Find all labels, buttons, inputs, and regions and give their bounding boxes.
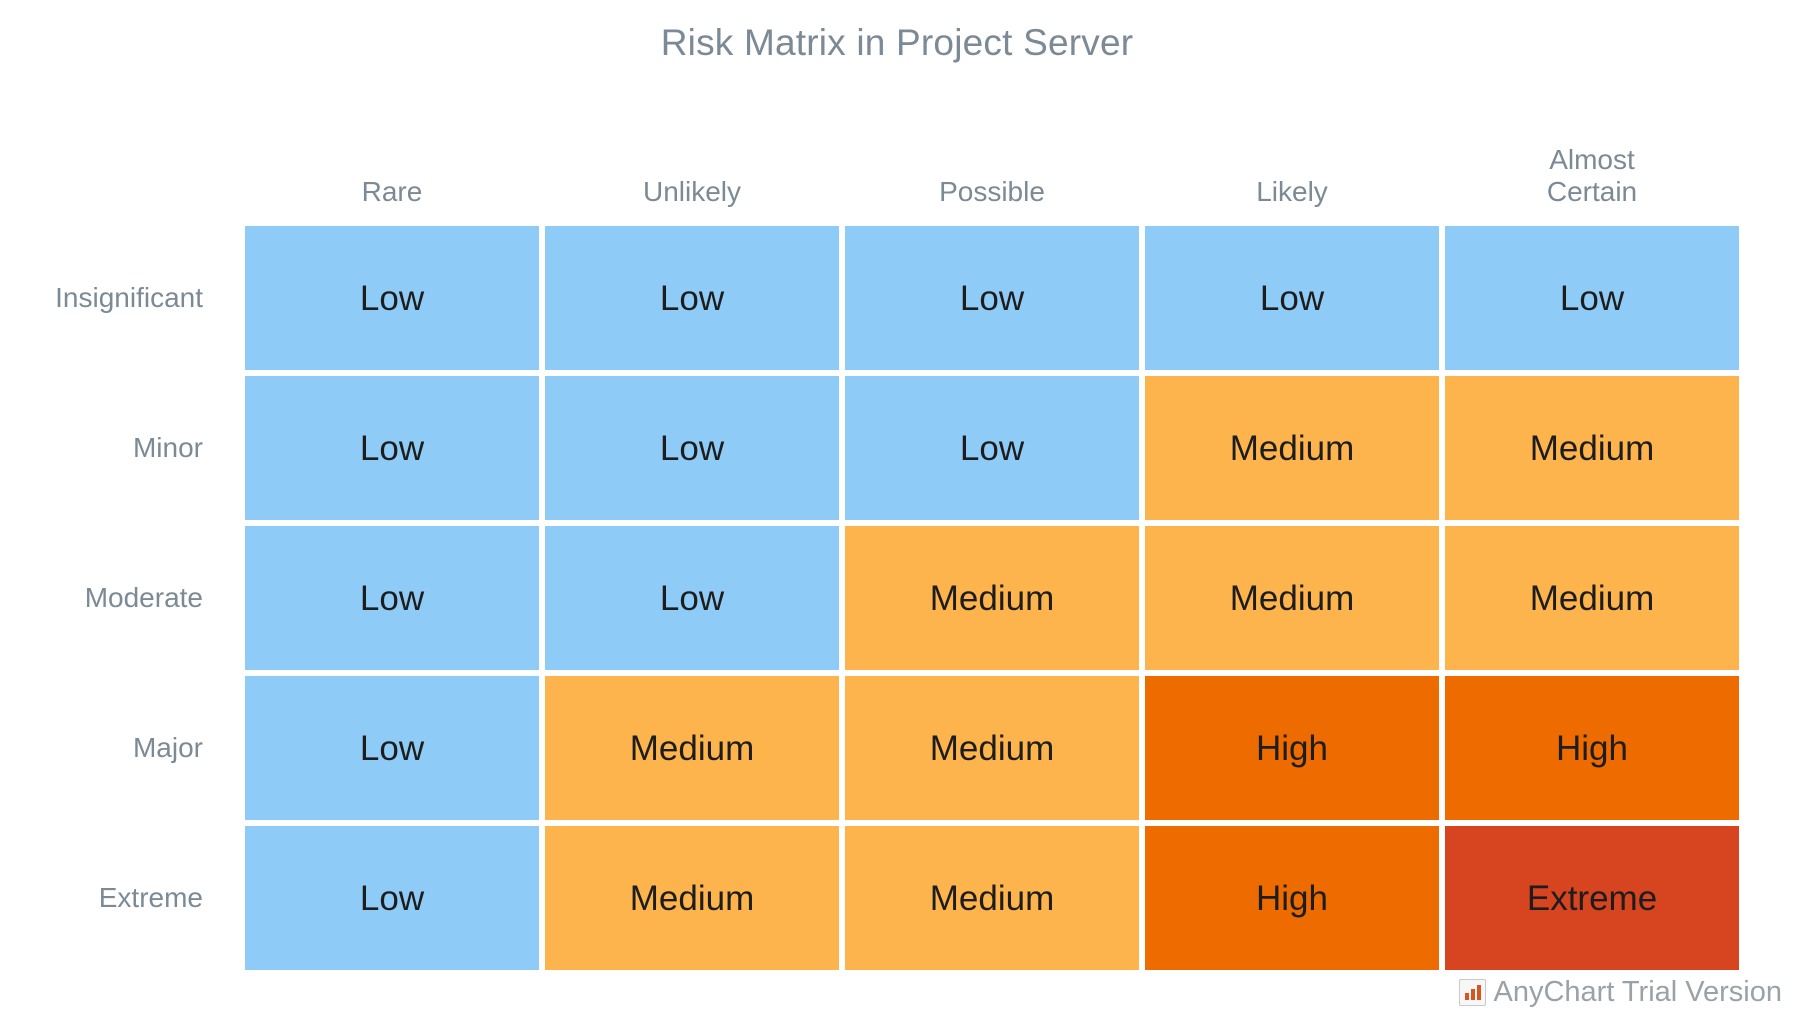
- heatmap-cell[interactable]: Low: [242, 223, 542, 373]
- x-axis-label-text: Likely: [1256, 175, 1328, 207]
- y-axis-labels: Insignificant Minor Moderate Major Extreme: [0, 223, 222, 973]
- heatmap-cell[interactable]: Low: [842, 223, 1142, 373]
- heatmap-cell-label: Low: [359, 578, 425, 618]
- heatmap-cell-label: Medium: [929, 878, 1055, 918]
- x-axis-label-text: Almost Certain: [1546, 143, 1638, 207]
- chart-title: Risk Matrix in Project Server: [660, 22, 1134, 63]
- heatmap-cell[interactable]: High: [1142, 823, 1442, 973]
- x-axis-label-1: Unlikely: [542, 118, 842, 216]
- heatmap-cell[interactable]: Low: [1142, 223, 1442, 373]
- y-axis-label-text: Extreme: [98, 881, 203, 913]
- heatmap-cell[interactable]: Low: [542, 373, 842, 523]
- x-axis-label-text: Possible: [939, 175, 1045, 207]
- heatmap-cell[interactable]: Low: [242, 823, 542, 973]
- heatmap-cell[interactable]: Low: [242, 673, 542, 823]
- heatmap-cell-label: Medium: [629, 728, 755, 768]
- heatmap-cell-label: Low: [659, 278, 725, 318]
- x-axis-label-text: Rare: [361, 175, 423, 207]
- y-axis-label-4: Extreme: [0, 823, 222, 973]
- heatmap-cell-label: Extreme: [1526, 878, 1658, 918]
- risk-matrix-chart: Risk Matrix in Project Server Rare Unlike…: [0, 0, 1794, 1015]
- heatmap-cell-label: High: [1256, 878, 1328, 918]
- heatmap-cell-label: Medium: [1529, 428, 1655, 468]
- y-axis-label-text: Major: [132, 731, 203, 763]
- heatmap-cell-label: Low: [359, 878, 425, 918]
- heatmap-cell-label: Medium: [929, 728, 1055, 768]
- heatmap-cell[interactable]: Low: [242, 523, 542, 673]
- heatmap-cell-label: Low: [1559, 278, 1625, 318]
- heatmap-cell-label: High: [1256, 728, 1328, 768]
- heatmap-cell-label: Medium: [1229, 428, 1355, 468]
- heatmap-cell[interactable]: Medium: [1142, 373, 1442, 523]
- heatmap-cell-label: Low: [1259, 278, 1325, 318]
- y-axis-label-3: Major: [0, 673, 222, 823]
- heatmap-cell[interactable]: Medium: [542, 823, 842, 973]
- heatmap-cell-label: Low: [359, 428, 425, 468]
- x-axis-label-2: Possible: [842, 118, 1142, 216]
- heatmap-cell-label: Medium: [1529, 578, 1655, 618]
- heatmap-cell[interactable]: Low: [542, 223, 842, 373]
- y-axis-label-1: Minor: [0, 373, 222, 523]
- heatmap-cell-label: Low: [959, 428, 1025, 468]
- heatmap-cell-label: Low: [359, 728, 425, 768]
- heatmap-cell[interactable]: Low: [842, 373, 1142, 523]
- heatmap-cell[interactable]: Medium: [842, 823, 1142, 973]
- heatmap-cell[interactable]: Low: [542, 523, 842, 673]
- heatmap-cell-label: Medium: [1229, 578, 1355, 618]
- y-axis-label-0: Insignificant: [0, 223, 222, 373]
- y-axis-label-2: Moderate: [0, 523, 222, 673]
- heatmap-cell[interactable]: High: [1442, 673, 1742, 823]
- heatmap-cell[interactable]: Extreme: [1442, 823, 1742, 973]
- watermark-label: AnyChart Trial Version: [1493, 975, 1782, 1008]
- heatmap-cell-label: Low: [659, 578, 725, 618]
- y-axis-label-text: Minor: [132, 431, 203, 463]
- y-axis-label-text: Insignificant: [55, 281, 203, 313]
- heatmap-cell-label: Medium: [929, 578, 1055, 618]
- heatmap-cell[interactable]: Medium: [1442, 373, 1742, 523]
- heatmap-cell-label: Low: [359, 278, 425, 318]
- x-axis-label-3: Likely: [1142, 118, 1442, 216]
- y-axis-label-text: Moderate: [84, 581, 203, 613]
- heatmap-cell[interactable]: Medium: [542, 673, 842, 823]
- heatmap-cell-label: Low: [959, 278, 1025, 318]
- heatmap-cell-label: High: [1556, 728, 1628, 768]
- heatmap-grid: Low Low Low Low Low Low Low Low Medium Medium Low L…: [242, 223, 1742, 973]
- heatmap-cell[interactable]: Low: [242, 373, 542, 523]
- heatmap-cell[interactable]: Medium: [842, 673, 1142, 823]
- heatmap-cell-label: Medium: [629, 878, 755, 918]
- heatmap-cell[interactable]: Low: [1442, 223, 1742, 373]
- x-axis-label-text: Unlikely: [642, 175, 742, 207]
- heatmap-cell[interactable]: Medium: [842, 523, 1142, 673]
- bar-chart-icon: [1459, 978, 1487, 1006]
- x-axis-label-0: Rare: [242, 118, 542, 216]
- heatmap-cell[interactable]: Medium: [1142, 523, 1442, 673]
- x-axis-labels: Rare Unlikely Possible Likely Almost Certain: [242, 118, 1742, 216]
- heatmap-cell-label: Low: [659, 428, 725, 468]
- x-axis-label-4: Almost Certain: [1442, 118, 1742, 216]
- heatmap-cell[interactable]: High: [1142, 673, 1442, 823]
- heatmap-cell[interactable]: Medium: [1442, 523, 1742, 673]
- anychart-watermark: AnyChart Trial Version: [1459, 975, 1782, 1009]
